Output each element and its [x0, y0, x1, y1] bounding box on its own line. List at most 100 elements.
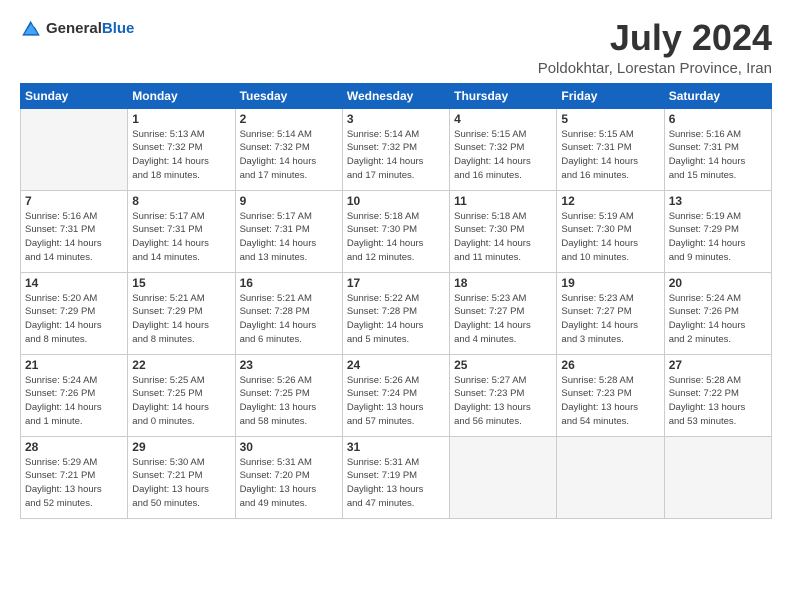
- day-info: Sunrise: 5:21 AM Sunset: 7:28 PM Dayligh…: [240, 292, 338, 347]
- title-block: July 2024 Poldokhtar, Lorestan Province,…: [538, 18, 772, 77]
- table-row: 13 Sunrise: 5:19 AM Sunset: 7:29 PM Dayli…: [664, 190, 771, 272]
- table-row: 28 Sunrise: 5:29 AM Sunset: 7:21 PM Dayli…: [21, 436, 128, 518]
- table-row: 31Sunrise: 5:31 AM Sunset: 7:19 PM Dayli…: [342, 436, 449, 518]
- day-info: Sunrise: 5:18 AM Sunset: 7:30 PM Dayligh…: [347, 210, 445, 265]
- day-info: Sunrise: 5:21 AM Sunset: 7:29 PM Dayligh…: [132, 292, 230, 347]
- logo: GeneralBlue: [20, 18, 134, 40]
- day-info: Sunrise: 5:28 AM Sunset: 7:22 PM Dayligh…: [669, 374, 767, 429]
- day-number: 14: [25, 276, 123, 290]
- day-number: 16: [240, 276, 338, 290]
- table-row: 16 Sunrise: 5:21 AM Sunset: 7:28 PM Dayli…: [235, 272, 342, 354]
- table-row: 8 Sunrise: 5:17 AM Sunset: 7:31 PM Daylig…: [128, 190, 235, 272]
- table-row: 19 Sunrise: 5:23 AM Sunset: 7:27 PM Dayli…: [557, 272, 664, 354]
- logo-icon: [20, 18, 42, 40]
- table-row: 10 Sunrise: 5:18 AM Sunset: 7:30 PM Dayli…: [342, 190, 449, 272]
- day-info: Sunrise: 5:17 AM Sunset: 7:31 PM Dayligh…: [132, 210, 230, 265]
- header: GeneralBlue July 2024 Poldokhtar, Lorest…: [20, 18, 772, 77]
- day-number: 28: [25, 440, 123, 454]
- day-number: 31: [347, 440, 445, 454]
- table-row: [21, 108, 128, 190]
- table-row: 7Sunrise: 5:16 AM Sunset: 7:31 PM Daylig…: [21, 190, 128, 272]
- day-info: Sunrise: 5:20 AM Sunset: 7:29 PM Dayligh…: [25, 292, 123, 347]
- day-number: 26: [561, 358, 659, 372]
- header-saturday: Saturday: [664, 83, 771, 108]
- day-info: Sunrise: 5:22 AM Sunset: 7:28 PM Dayligh…: [347, 292, 445, 347]
- table-row: [664, 436, 771, 518]
- table-row: 11 Sunrise: 5:18 AM Sunset: 7:30 PM Dayli…: [450, 190, 557, 272]
- day-info: Sunrise: 5:15 AM Sunset: 7:31 PM Dayligh…: [561, 128, 659, 183]
- day-info: Sunrise: 5:23 AM Sunset: 7:27 PM Dayligh…: [561, 292, 659, 347]
- day-number: 24: [347, 358, 445, 372]
- day-number: 4: [454, 112, 552, 126]
- page: GeneralBlue July 2024 Poldokhtar, Lorest…: [0, 0, 792, 612]
- header-sunday: Sunday: [21, 83, 128, 108]
- day-info: Sunrise: 5:14 AM Sunset: 7:32 PM Dayligh…: [240, 128, 338, 183]
- day-info: Sunrise: 5:14 AM Sunset: 7:32 PM Dayligh…: [347, 128, 445, 183]
- day-info: Sunrise: 5:18 AM Sunset: 7:30 PM Dayligh…: [454, 210, 552, 265]
- table-row: 15 Sunrise: 5:21 AM Sunset: 7:29 PM Dayli…: [128, 272, 235, 354]
- day-info: Sunrise: 5:19 AM Sunset: 7:29 PM Dayligh…: [669, 210, 767, 265]
- table-row: 3 Sunrise: 5:14 AM Sunset: 7:32 PM Daylig…: [342, 108, 449, 190]
- day-info: Sunrise: 5:31 AM Sunset: 7:20 PM Dayligh…: [240, 456, 338, 511]
- table-row: 20 Sunrise: 5:24 AM Sunset: 7:26 PM Dayli…: [664, 272, 771, 354]
- day-number: 20: [669, 276, 767, 290]
- day-number: 17: [347, 276, 445, 290]
- table-row: 2 Sunrise: 5:14 AM Sunset: 7:32 PM Daylig…: [235, 108, 342, 190]
- day-info: Sunrise: 5:16 AM Sunset: 7:31 PM Dayligh…: [25, 210, 123, 265]
- day-number: 21: [25, 358, 123, 372]
- table-row: 24 Sunrise: 5:26 AM Sunset: 7:24 PM Dayli…: [342, 354, 449, 436]
- table-row: 26Sunrise: 5:28 AM Sunset: 7:23 PM Dayli…: [557, 354, 664, 436]
- day-number: 30: [240, 440, 338, 454]
- day-number: 27: [669, 358, 767, 372]
- day-number: 5: [561, 112, 659, 126]
- table-row: 6Sunrise: 5:16 AM Sunset: 7:31 PM Daylig…: [664, 108, 771, 190]
- table-row: 14 Sunrise: 5:20 AM Sunset: 7:29 PM Dayli…: [21, 272, 128, 354]
- day-info: Sunrise: 5:24 AM Sunset: 7:26 PM Dayligh…: [669, 292, 767, 347]
- day-number: 8: [132, 194, 230, 208]
- table-row: 17 Sunrise: 5:22 AM Sunset: 7:28 PM Dayli…: [342, 272, 449, 354]
- day-info: Sunrise: 5:15 AM Sunset: 7:32 PM Dayligh…: [454, 128, 552, 183]
- day-number: 12: [561, 194, 659, 208]
- day-info: Sunrise: 5:24 AM Sunset: 7:26 PM Dayligh…: [25, 374, 123, 429]
- day-info: Sunrise: 5:29 AM Sunset: 7:21 PM Dayligh…: [25, 456, 123, 511]
- table-row: 9Sunrise: 5:17 AM Sunset: 7:31 PM Daylig…: [235, 190, 342, 272]
- day-number: 9: [240, 194, 338, 208]
- day-number: 10: [347, 194, 445, 208]
- day-number: 19: [561, 276, 659, 290]
- table-row: 23Sunrise: 5:26 AM Sunset: 7:25 PM Dayli…: [235, 354, 342, 436]
- location-title: Poldokhtar, Lorestan Province, Iran: [538, 60, 772, 77]
- day-info: Sunrise: 5:30 AM Sunset: 7:21 PM Dayligh…: [132, 456, 230, 511]
- day-number: 2: [240, 112, 338, 126]
- table-row: 18 Sunrise: 5:23 AM Sunset: 7:27 PM Dayli…: [450, 272, 557, 354]
- day-number: 15: [132, 276, 230, 290]
- table-row: 1 Sunrise: 5:13 AM Sunset: 7:32 PM Daylig…: [128, 108, 235, 190]
- day-number: 22: [132, 358, 230, 372]
- table-row: 29 Sunrise: 5:30 AM Sunset: 7:21 PM Dayli…: [128, 436, 235, 518]
- day-info: Sunrise: 5:26 AM Sunset: 7:24 PM Dayligh…: [347, 374, 445, 429]
- header-thursday: Thursday: [450, 83, 557, 108]
- table-row: 21 Sunrise: 5:24 AM Sunset: 7:26 PM Dayli…: [21, 354, 128, 436]
- table-row: 30 Sunrise: 5:31 AM Sunset: 7:20 PM Dayli…: [235, 436, 342, 518]
- table-row: 25Sunrise: 5:27 AM Sunset: 7:23 PM Dayli…: [450, 354, 557, 436]
- header-monday: Monday: [128, 83, 235, 108]
- day-number: 11: [454, 194, 552, 208]
- day-number: 3: [347, 112, 445, 126]
- table-row: 12 Sunrise: 5:19 AM Sunset: 7:30 PM Dayli…: [557, 190, 664, 272]
- day-info: Sunrise: 5:23 AM Sunset: 7:27 PM Dayligh…: [454, 292, 552, 347]
- day-number: 23: [240, 358, 338, 372]
- calendar-table: Sunday Monday Tuesday Wednesday Thursday…: [20, 83, 772, 519]
- table-row: 5 Sunrise: 5:15 AM Sunset: 7:31 PM Daylig…: [557, 108, 664, 190]
- day-number: 18: [454, 276, 552, 290]
- day-number: 1: [132, 112, 230, 126]
- day-number: 13: [669, 194, 767, 208]
- day-number: 29: [132, 440, 230, 454]
- header-friday: Friday: [557, 83, 664, 108]
- day-number: 25: [454, 358, 552, 372]
- calendar-body: 1 Sunrise: 5:13 AM Sunset: 7:32 PM Daylig…: [21, 108, 772, 518]
- day-info: Sunrise: 5:13 AM Sunset: 7:32 PM Dayligh…: [132, 128, 230, 183]
- day-info: Sunrise: 5:19 AM Sunset: 7:30 PM Dayligh…: [561, 210, 659, 265]
- table-row: [557, 436, 664, 518]
- month-title: July 2024: [538, 18, 772, 58]
- day-info: Sunrise: 5:25 AM Sunset: 7:25 PM Dayligh…: [132, 374, 230, 429]
- table-row: 22 Sunrise: 5:25 AM Sunset: 7:25 PM Dayli…: [128, 354, 235, 436]
